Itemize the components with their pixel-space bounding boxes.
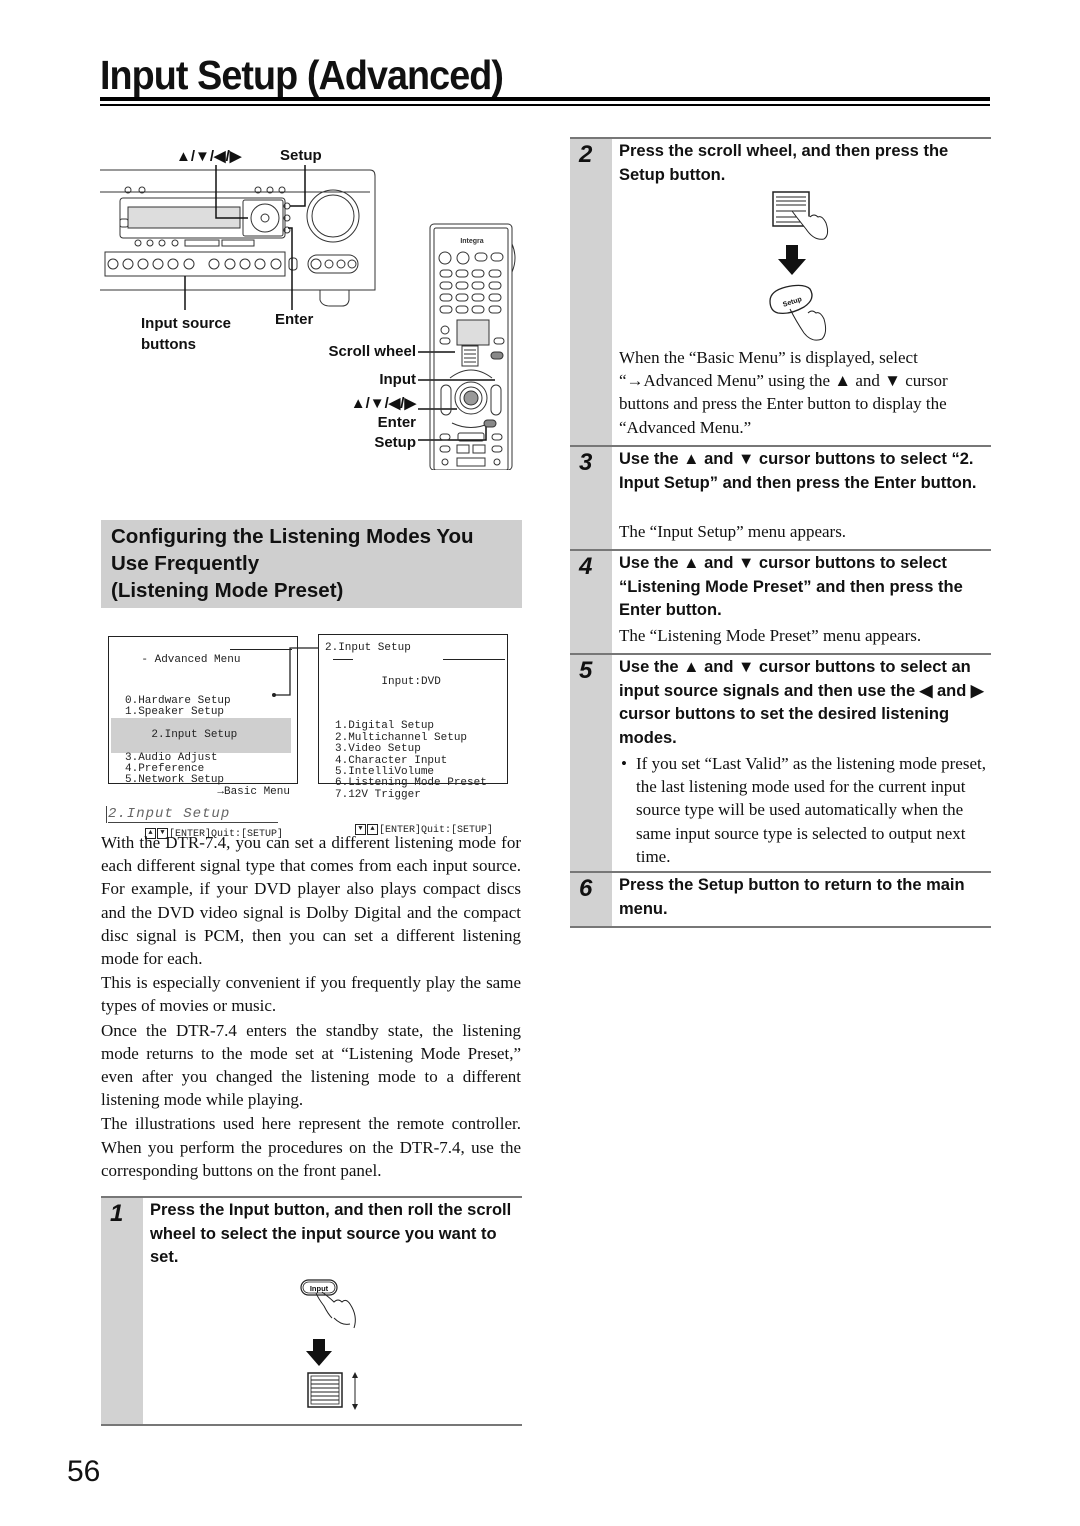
device-illustration: Integra ▲/▼/◀/▶ Setup Input source butto… <box>100 140 520 470</box>
scroll-and-setup-illustration: Setup <box>769 191 829 341</box>
body-paragraph: Once the DTR-7.4 enters the standby stat… <box>101 1020 521 1110</box>
steps-bottom-rule <box>570 926 991 928</box>
body-text: With the DTR-7.4, you can set a differen… <box>101 831 521 1183</box>
remote-cursor-label: ▲/▼/◀/▶ <box>350 395 416 412</box>
menu-item[interactable]: 7.12V Trigger <box>325 789 507 801</box>
display-label-bracket <box>106 806 107 823</box>
bullet-icon: • <box>621 754 627 773</box>
step-heading: Use the ▲ and ▼ cursor buttons to select… <box>619 554 963 619</box>
advanced-menu-title: - Advanced Menu <box>141 654 241 667</box>
receiver-and-remote-drawing: Integra <box>100 165 516 470</box>
up-down-arrow-icon <box>352 1372 358 1410</box>
receiver-enter-label: Enter <box>275 311 314 328</box>
subtitle-rule-left <box>333 659 353 661</box>
input-button-press-illustration: Input <box>300 1279 358 1410</box>
step-bullet: • If you set “Last Valid” as the listeni… <box>621 752 987 868</box>
menu-item[interactable]: 1.Speaker Setup <box>115 706 297 718</box>
step-description: The “Input Setup” menu appears. <box>619 522 847 541</box>
step-number: 3 <box>579 449 593 476</box>
section-heading-line: (Listening Mode Preset) <box>111 579 344 602</box>
section-heading-line: Configuring the Listening Modes You <box>111 525 474 548</box>
step-1: 1 Press the Input button, and then roll … <box>101 1196 522 1424</box>
section-heading-line: Use Frequently <box>111 552 260 575</box>
hand-icon <box>789 308 827 341</box>
title-rule-thick <box>100 97 990 101</box>
step-number: 2 <box>579 141 593 168</box>
step-1-bottom-rule <box>101 1424 522 1426</box>
scroll-wheel-icon <box>307 1372 343 1408</box>
step-number: 4 <box>579 553 593 580</box>
scroll-wheel-label: Scroll wheel <box>328 343 416 360</box>
receiver-cursor-label: ▲/▼/◀/▶ <box>176 148 242 165</box>
step-number: 1 <box>110 1200 124 1227</box>
step-gutter <box>101 1198 143 1424</box>
down-arrow-icon <box>778 245 806 275</box>
body-paragraph: With the DTR-7.4, you can set a differen… <box>101 833 521 969</box>
step-heading: Use the ▲ and ▼ cursor buttons to select… <box>619 450 977 492</box>
menu-item-label: 2.Input Setup <box>151 728 238 741</box>
step-heading: Press the Input button, and then roll th… <box>150 1201 512 1266</box>
step-description: When the “Basic Menu” is displayed, sele… <box>619 348 948 437</box>
step-heading: Press the Setup button to return to the … <box>619 876 965 918</box>
body-paragraph: This is especially convenient if you fre… <box>101 973 521 1016</box>
remote-brand-logo: Integra <box>460 238 483 245</box>
page-title: Input Setup (Advanced) <box>100 52 504 98</box>
step-2: 2 Press the scroll wheel, and then press… <box>570 137 991 445</box>
step-3: 3 Use the ▲ and ▼ cursor buttons to sele… <box>570 445 991 549</box>
hand-icon <box>315 1291 356 1329</box>
label-leader-lines <box>184 165 495 441</box>
remote-enter-label: Enter <box>377 414 416 431</box>
input-source-label-2: buttons <box>141 336 196 353</box>
step-number: 5 <box>579 657 593 684</box>
title-rule-thin <box>100 104 990 106</box>
down-arrow-icon <box>306 1339 332 1366</box>
receiver-front-panel <box>100 169 376 307</box>
step-4: 4 Use the ▲ and ▼ cursor buttons to sele… <box>570 549 991 653</box>
input-setup-title: 2.Input Setup <box>325 642 411 654</box>
remote-input-label: Input <box>379 371 416 388</box>
input-setup-subtitle: Input:DVD <box>381 676 441 689</box>
step-number: 6 <box>579 875 593 902</box>
step-gutter <box>570 139 612 445</box>
input-source-label-1: Input source <box>141 315 232 332</box>
receiver-setup-label: Setup <box>280 147 322 164</box>
display-label-underline <box>108 822 278 823</box>
subtitle-rule-right <box>443 659 505 661</box>
input-button-text: Input <box>310 1284 329 1293</box>
setup-button-icon: Setup <box>769 284 813 315</box>
body-paragraph: The illustrations used here represent th… <box>101 1114 521 1180</box>
page-number: 56 <box>67 1455 101 1488</box>
section-heading: Configuring the Listening Modes You Use … <box>101 520 522 608</box>
menu-item[interactable]: 3.Video Setup <box>325 743 507 755</box>
step-description: The “Listening Mode Preset” menu appears… <box>619 626 922 645</box>
step-heading: Use the ▲ and ▼ cursor buttons to select… <box>619 658 984 747</box>
step-5: 5 Use the ▲ and ▼ cursor buttons to sele… <box>570 653 991 871</box>
remote-setup-label: Setup <box>374 434 416 451</box>
basic-menu-link[interactable]: →Basic Menu <box>115 786 297 798</box>
step-heading: Press the scroll wheel, and then press t… <box>619 142 949 184</box>
step-6: 6 Press the Setup button to return to th… <box>570 871 991 926</box>
remote-control <box>429 223 516 470</box>
step-gutter <box>570 655 612 871</box>
menu-item-selected[interactable]: 2.Input Setup <box>111 718 291 753</box>
display-screen-label: 2.Input Setup <box>108 806 231 822</box>
step-bullet-text: If you set “Last Valid” as the listening… <box>636 754 986 866</box>
input-setup-screen: 2.Input Setup Input:DVD 1.Digital Setup … <box>318 634 508 836</box>
